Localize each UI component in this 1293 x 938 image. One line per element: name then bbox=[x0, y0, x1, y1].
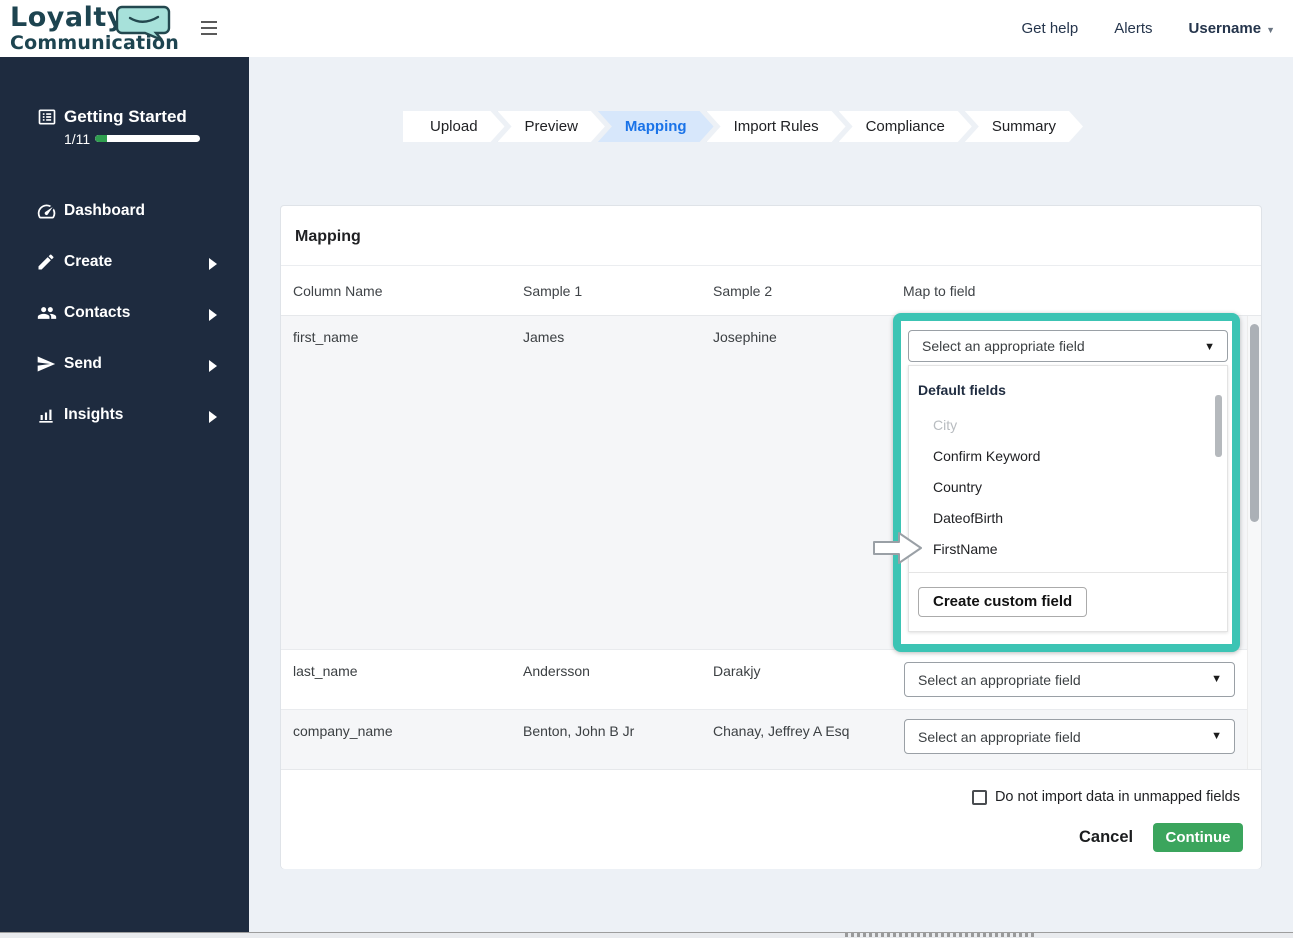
dropdown-caret-icon: ▼ bbox=[1211, 673, 1222, 685]
tutorial-highlight-box: Select an appropriate field ▼ Default fi… bbox=[893, 313, 1240, 652]
getting-started-progress-text: 1/11 bbox=[64, 131, 91, 147]
do-not-import-checkbox[interactable] bbox=[971, 789, 987, 805]
chevron-right-icon bbox=[208, 410, 217, 428]
step-import-rules[interactable]: Import Rules bbox=[707, 111, 846, 142]
cell-sample1: Benton, John B Jr bbox=[523, 723, 635, 739]
chevron-down-icon: ▼ bbox=[1266, 25, 1275, 35]
get-help-link[interactable]: Get help bbox=[1021, 20, 1078, 37]
card-title-row: Mapping bbox=[281, 206, 1261, 266]
cell-column-name: last_name bbox=[293, 663, 358, 679]
dropdown-caret-icon: ▼ bbox=[1204, 341, 1215, 353]
map-to-field-select[interactable]: Select an appropriate field ▼ bbox=[904, 662, 1235, 697]
cell-column-name: first_name bbox=[293, 329, 359, 345]
select-placeholder: Select an appropriate field bbox=[922, 338, 1085, 354]
cutoff-content-artifact bbox=[845, 933, 1035, 937]
bar-chart-icon bbox=[36, 405, 56, 430]
column-header-column-name: Column Name bbox=[293, 283, 383, 299]
cell-sample1: James bbox=[523, 329, 565, 345]
sidebar-item-label: Insights bbox=[64, 406, 124, 423]
top-nav: Get help Alerts Username ▼ bbox=[1021, 0, 1275, 57]
top-bar: Loyalty Communication Get help Alerts Us… bbox=[0, 0, 1293, 57]
sidebar-item-label: Send bbox=[64, 355, 102, 372]
tutorial-arrow-icon bbox=[872, 528, 924, 573]
sidebar-item-create[interactable]: Create bbox=[0, 247, 249, 279]
username-menu[interactable]: Username ▼ bbox=[1189, 20, 1275, 37]
cell-column-name: company_name bbox=[293, 723, 393, 739]
dropdown-divider bbox=[909, 572, 1227, 573]
wizard-stepper: Upload Preview Mapping Import Rules Comp… bbox=[403, 111, 1083, 142]
cell-sample1: Andersson bbox=[523, 663, 590, 679]
unmapped-checkbox-row: Do not import data in unmapped fields bbox=[971, 789, 1240, 805]
getting-started-icon bbox=[36, 107, 58, 132]
step-compliance[interactable]: Compliance bbox=[839, 111, 972, 142]
sidebar-item-label: Contacts bbox=[64, 304, 131, 321]
dropdown-option-list: City Confirm Keyword Country DateofBirth… bbox=[909, 410, 1227, 565]
chevron-right-icon bbox=[208, 359, 217, 377]
cell-sample2: Darakjy bbox=[713, 663, 761, 679]
map-to-field-select[interactable]: Select an appropriate field ▼ bbox=[904, 719, 1235, 754]
continue-button[interactable]: Continue bbox=[1153, 823, 1243, 852]
app-logo[interactable]: Loyalty Communication bbox=[10, 3, 179, 54]
dropdown-option-dateofbirth[interactable]: DateofBirth bbox=[909, 503, 1227, 534]
sidebar-item-contacts[interactable]: Contacts bbox=[0, 298, 249, 330]
table-row: last_name Andersson Darakjy Select an ap… bbox=[281, 649, 1261, 709]
column-header-sample1: Sample 1 bbox=[523, 283, 583, 299]
checkbox-label: Do not import data in unmapped fields bbox=[994, 789, 1240, 805]
pencil-icon bbox=[36, 252, 56, 277]
cell-sample2: Chanay, Jeffrey A Esq bbox=[713, 723, 850, 739]
paper-plane-icon bbox=[36, 354, 56, 379]
viewport-bottom-edge bbox=[0, 932, 1293, 938]
sidebar: Getting Started 1/11 Dashboard Create Co… bbox=[0, 57, 249, 933]
step-preview[interactable]: Preview bbox=[498, 111, 605, 142]
getting-started-progress-bar bbox=[95, 135, 200, 142]
dropdown-caret-icon: ▼ bbox=[1211, 730, 1222, 742]
people-icon bbox=[36, 303, 58, 328]
sidebar-item-send[interactable]: Send bbox=[0, 349, 249, 381]
chevron-right-icon bbox=[208, 308, 217, 326]
cancel-button[interactable]: Cancel bbox=[1079, 828, 1133, 847]
sidebar-item-label: Dashboard bbox=[64, 202, 145, 219]
dropdown-scrollbar-thumb[interactable] bbox=[1215, 395, 1222, 457]
step-mapping[interactable]: Mapping bbox=[598, 111, 714, 142]
table-header-row: Column Name Sample 1 Sample 2 Map to fie… bbox=[281, 266, 1261, 316]
menu-toggle-icon[interactable] bbox=[201, 21, 217, 39]
card-title: Mapping bbox=[295, 228, 361, 245]
getting-started-label[interactable]: Getting Started bbox=[64, 107, 187, 127]
map-to-field-select-open[interactable]: Select an appropriate field ▼ bbox=[908, 330, 1228, 362]
cell-sample2: Josephine bbox=[713, 329, 777, 345]
sidebar-item-dashboard[interactable]: Dashboard bbox=[0, 196, 249, 228]
alerts-link[interactable]: Alerts bbox=[1114, 20, 1152, 37]
dropdown-option-firstname[interactable]: FirstName bbox=[909, 534, 1227, 565]
dropdown-option-city: City bbox=[933, 417, 958, 433]
sidebar-item-insights[interactable]: Insights bbox=[0, 400, 249, 432]
step-upload[interactable]: Upload bbox=[403, 111, 505, 142]
table-scrollbar[interactable] bbox=[1247, 316, 1261, 769]
gauge-icon bbox=[36, 201, 57, 227]
select-placeholder: Select an appropriate field bbox=[918, 671, 1081, 688]
sidebar-item-label: Create bbox=[64, 253, 113, 270]
table-row: company_name Benton, John B Jr Chanay, J… bbox=[281, 709, 1261, 769]
progress-fill bbox=[95, 135, 107, 142]
column-header-sample2: Sample 2 bbox=[713, 283, 773, 299]
table-scrollbar-thumb[interactable] bbox=[1250, 324, 1259, 522]
card-footer bbox=[281, 769, 1261, 869]
column-header-map-to-field: Map to field bbox=[903, 283, 976, 299]
dropdown-panel: Default fields City Confirm Keyword Coun… bbox=[908, 365, 1228, 632]
select-placeholder: Select an appropriate field bbox=[918, 728, 1081, 745]
speech-bubble-icon bbox=[115, 5, 174, 46]
dropdown-group-label: Default fields bbox=[918, 382, 1006, 398]
chevron-right-icon bbox=[208, 257, 217, 275]
create-custom-field-button[interactable]: Create custom field bbox=[918, 587, 1088, 617]
dropdown-option-confirm-keyword[interactable]: Confirm Keyword bbox=[909, 441, 1227, 472]
step-summary[interactable]: Summary bbox=[965, 111, 1083, 142]
dropdown-option-country[interactable]: Country bbox=[909, 472, 1227, 503]
